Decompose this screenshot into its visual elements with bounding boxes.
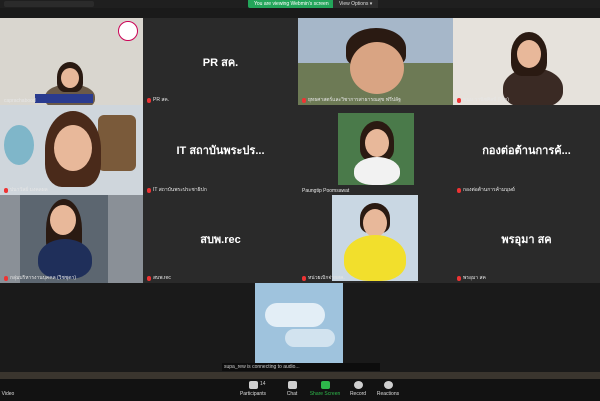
video-tile[interactable]: กลุ่มบริหารงานบุคคล (วิชชุดา) xyxy=(0,195,143,283)
participant-figure xyxy=(354,157,400,185)
muted-mic-icon xyxy=(457,275,461,281)
muted-mic-icon xyxy=(457,187,461,193)
left-control[interactable]: Video xyxy=(0,381,28,397)
muted-mic-icon xyxy=(147,187,151,193)
video-tile[interactable]: Paungtip Poomsawat xyxy=(298,105,453,195)
reactions-button[interactable]: Reactions xyxy=(368,381,408,397)
profile-photo xyxy=(332,195,418,281)
muted-mic-icon xyxy=(457,97,461,103)
participant-face xyxy=(50,205,76,235)
participant-face xyxy=(54,125,92,171)
logo-icon xyxy=(118,21,138,41)
participant-name-display: PR สค. xyxy=(202,56,239,69)
participant-figure xyxy=(38,239,92,279)
muted-mic-icon xyxy=(147,97,151,103)
muted-mic-icon xyxy=(302,275,306,281)
muted-mic-icon xyxy=(147,275,151,281)
video-tile[interactable] xyxy=(255,283,343,369)
sky-cloud xyxy=(285,329,335,347)
video-icon xyxy=(4,381,13,389)
view-options-button[interactable]: View Options ▾ xyxy=(333,0,379,8)
decor-left-icon xyxy=(4,125,34,165)
muted-mic-icon xyxy=(4,275,8,281)
video-tile[interactable]: IT สถาบันพระปร... IT สถาบันพระประชาธิปก xyxy=(143,105,298,195)
video-tile[interactable]: กองต่อต้านการค้... กองต่อต้านการค้ามนุษย… xyxy=(453,105,600,195)
video-tile[interactable]: หน่วยเบิกจ่ายสค. xyxy=(298,195,453,283)
tile-label: พรอุมา สค xyxy=(457,274,486,282)
tile-label: PR สค. xyxy=(147,96,169,104)
tile-label: ขนม วานิชศิลป์ (Pro) xyxy=(457,96,509,104)
participant-face xyxy=(517,40,541,68)
participant-name-display: สบพ.rec xyxy=(200,234,241,246)
tile-label: กลุ่มบริหารงานบุคคล (วิชชุดา) xyxy=(4,274,76,282)
participants-icon xyxy=(248,381,258,389)
muted-mic-icon xyxy=(302,97,306,103)
participant-face xyxy=(365,129,389,157)
video-tile[interactable]: ขนม วานิชศิลป์ (Pro) xyxy=(453,18,600,105)
share-screen-icon xyxy=(320,381,330,389)
video-tile[interactable]: ปนาวัลย์ มงคลผล xyxy=(0,105,143,195)
participant-figure xyxy=(344,235,406,281)
connecting-audio-label: supa_rew is connecting to audio... xyxy=(222,363,380,371)
profile-photo xyxy=(338,113,414,185)
decor-right-icon xyxy=(98,115,136,171)
tile-label: caprachabood xyxy=(4,98,36,104)
participant-face xyxy=(363,209,387,237)
video-tile[interactable]: caprachabood xyxy=(0,18,143,105)
participants-count: 14 xyxy=(260,381,266,387)
participant-name-display: พรอุมา สค xyxy=(501,234,552,246)
empty-grid-area xyxy=(0,283,220,372)
tile-label: ยุทธศาสตร์และวิชาการสาธารณสุข ฟรีปลัฐ xyxy=(302,96,401,104)
tile-label: Paungtip Poomsawat xyxy=(302,188,350,194)
participant-face xyxy=(350,42,404,94)
viewing-screen-banner: You are viewing Webmin's screen xyxy=(248,0,335,8)
chat-icon xyxy=(287,381,297,389)
record-icon xyxy=(353,381,363,389)
sky-cloud xyxy=(265,303,325,327)
participant-name-display: IT สถาบันพระปร... xyxy=(176,145,265,157)
video-tile[interactable]: ยุทธศาสตร์และวิชาการสาธารณสุข ฟรีปลัฐ xyxy=(298,18,453,105)
tile-label: สบพ.rec xyxy=(147,274,171,282)
reactions-icon xyxy=(383,381,393,389)
participant-face xyxy=(61,68,79,88)
video-tile[interactable]: สบพ.rec สบพ.rec xyxy=(143,195,298,283)
tile-label: หน่วยเบิกจ่ายสค. xyxy=(302,274,345,282)
tile-label: IT สถาบันพระประชาธิปก xyxy=(147,186,207,194)
tile-label: กองต่อต้านการค้ามนุษย์ xyxy=(457,186,515,194)
participants-button[interactable]: Participants 14 xyxy=(233,381,273,397)
tile-label: ปนาวัลย์ มงคลผล xyxy=(4,186,48,194)
video-tile[interactable]: พรอุมา สค พรอุมา สค xyxy=(453,195,600,283)
participant-name-display: กองต่อต้านการค้... xyxy=(482,145,571,157)
muted-mic-icon xyxy=(4,187,8,193)
video-tile[interactable]: PR สค. PR สค. xyxy=(143,18,298,105)
top-left-strip xyxy=(4,1,94,7)
name-banner xyxy=(35,94,93,103)
